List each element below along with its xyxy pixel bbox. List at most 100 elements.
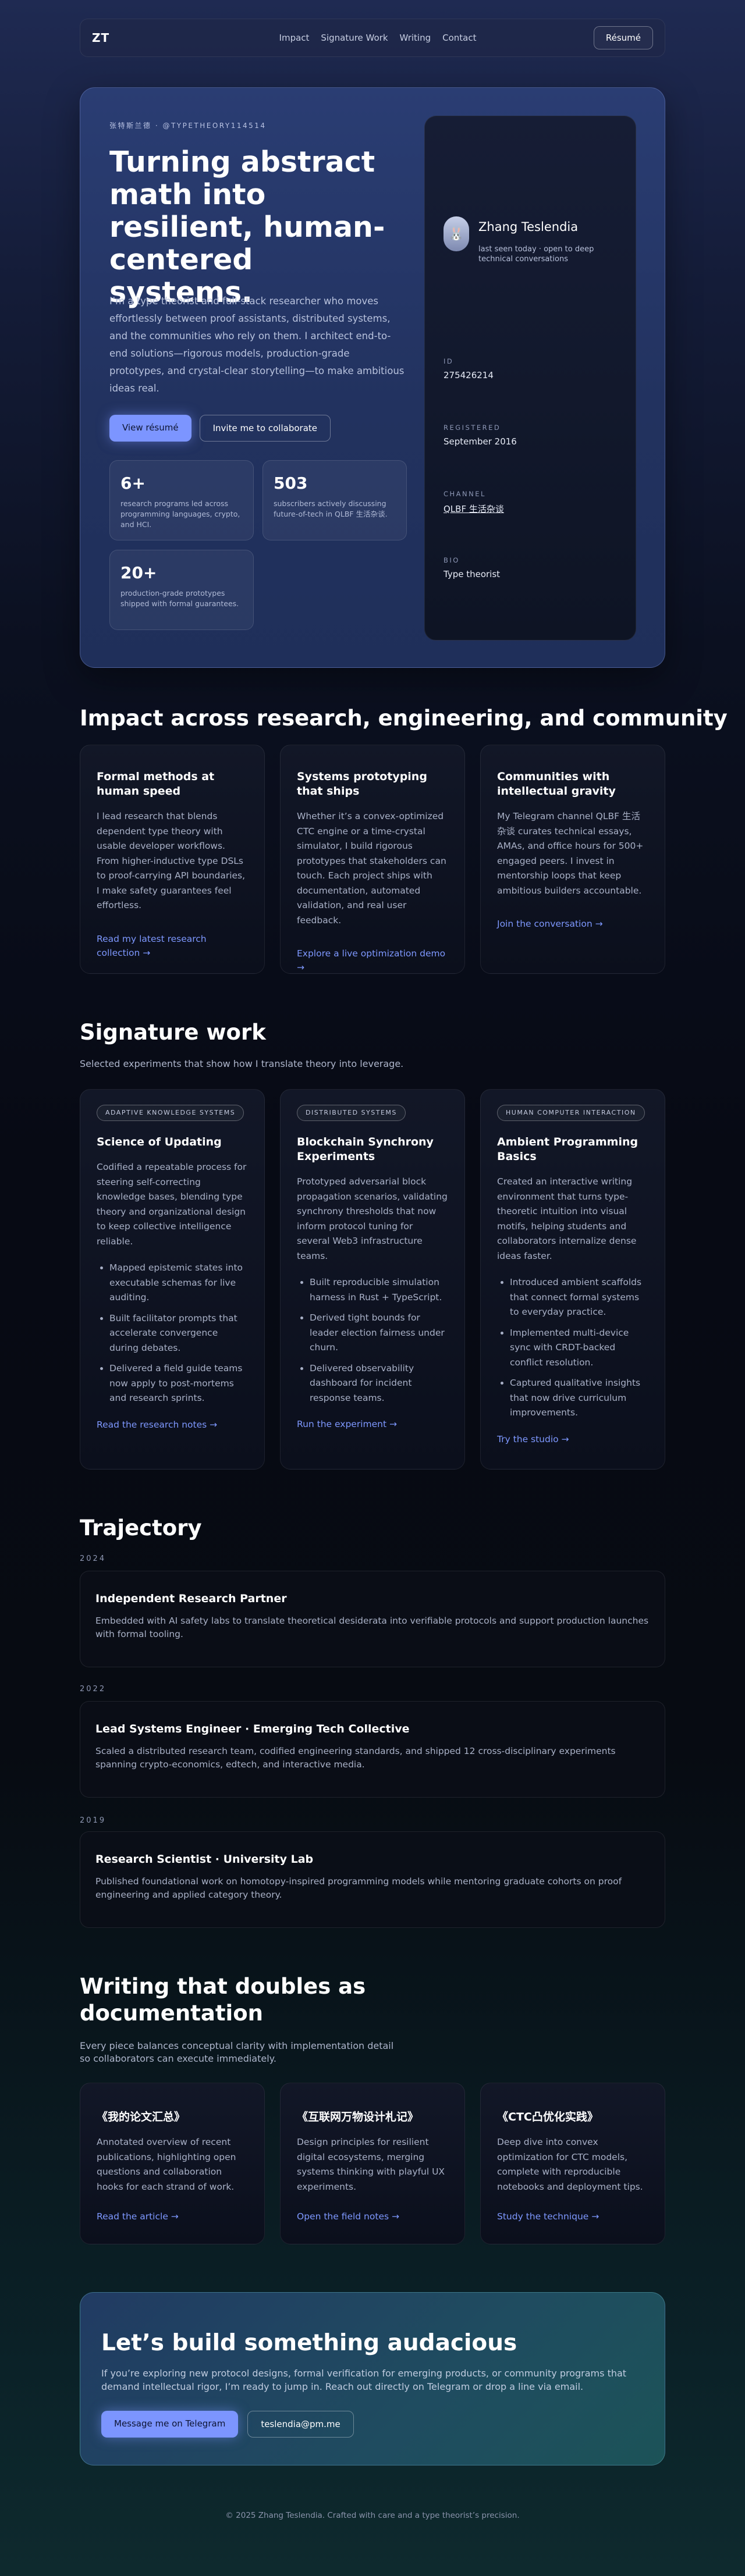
- resume-button[interactable]: Résumé: [593, 26, 653, 49]
- list-item: Introduced ambient scaffolds that connec…: [510, 1275, 648, 1320]
- stat-card: 503 subscribers actively discussing futu…: [262, 460, 407, 540]
- card-text: Created an interactive writing environme…: [497, 1176, 637, 1261]
- email-button[interactable]: teslendia@pm.me: [247, 2411, 354, 2438]
- card-title: Science of Updating: [97, 1136, 222, 1148]
- timeline-title: Independent Research Partner: [95, 1592, 287, 1605]
- card-title: Ambient Programming Basics: [497, 1136, 638, 1163]
- writing-title: Writing that doubles as documentation: [80, 1974, 366, 2026]
- card-link[interactable]: Read the article →: [97, 2209, 248, 2223]
- view-resume-button[interactable]: View résumé: [109, 415, 191, 442]
- list-item: Delivered a field guide teams now apply …: [109, 1361, 248, 1406]
- profile-channel-link[interactable]: QLBF 生活杂谈: [444, 503, 504, 515]
- contact-cta: Let’s build something audacious If you’r…: [80, 2292, 665, 2465]
- profile-card: 🐰 Zhang Teslendia last seen today · open…: [424, 116, 636, 641]
- stat-card: 20+ production-grade prototypes shipped …: [109, 550, 254, 630]
- stat-text: research programs led across programming…: [120, 499, 240, 529]
- profile-id-value: 275426214: [444, 370, 494, 380]
- stat-card: 6+ research programs led across programm…: [109, 460, 254, 540]
- profile-channel-label: CHANNEL: [444, 490, 486, 498]
- card-link[interactable]: Read the research notes →: [97, 1418, 248, 1432]
- list-item: Implemented multi-device sync with CRDT-…: [510, 1326, 648, 1371]
- card-title: 《CTC凸优化实践》: [497, 2111, 598, 2123]
- card-link[interactable]: Run the experiment →: [297, 1417, 448, 1431]
- stat-text: subscribers actively discussing future-o…: [274, 499, 388, 518]
- card-link[interactable]: Join the conversation →: [497, 917, 648, 931]
- nav-link-contact[interactable]: Contact: [442, 33, 476, 43]
- cta-text: If you’re exploring new protocol designs…: [101, 2368, 627, 2392]
- bullet-list: Mapped epistemic states into executable …: [97, 1261, 248, 1406]
- profile-registered-value: September 2016: [444, 436, 517, 447]
- card-text: Prototyped adversarial block propagation…: [297, 1176, 448, 1261]
- timeline-year: 2024: [80, 1554, 107, 1563]
- writing-card: 《我的论文汇总》 Annotated overview of recent pu…: [80, 2083, 265, 2244]
- writing-card: 《互联网万物设计札记》 Design principles for resili…: [280, 2083, 465, 2244]
- timeline-title: Research Scientist · University Lab: [95, 1853, 314, 1866]
- hero-panel: 张特斯兰德 · @TYPETHEORY114514 Turning abstra…: [80, 87, 665, 668]
- timeline-text: Published foundational work on homotopy-…: [95, 1876, 622, 1900]
- bullet-list: Introduced ambient scaffolds that connec…: [497, 1275, 648, 1421]
- footer-text: © 2025 Zhang Teslendia. Crafted with car…: [225, 2511, 520, 2520]
- work-tag: ADAPTIVE KNOWLEDGE SYSTEMS: [97, 1105, 244, 1121]
- card-title: Formal methods at human speed: [97, 770, 215, 798]
- writing-card: 《CTC凸优化实践》 Deep dive into convex optimiz…: [480, 2083, 665, 2244]
- nav-links: Impact Signature Work Writing Contact: [279, 33, 477, 43]
- card-title: Blockchain Synchrony Experiments: [297, 1136, 434, 1163]
- card-text: Deep dive into convex optimization for C…: [497, 2137, 643, 2192]
- card-text: Codified a repeatable process for steeri…: [97, 1162, 247, 1247]
- profile-id-label: ID: [444, 357, 454, 365]
- card-title: Systems prototyping that ships: [297, 770, 427, 798]
- nav-link-signature-work[interactable]: Signature Work: [321, 33, 388, 43]
- list-item: Delivered observability dashboard for in…: [310, 1361, 448, 1406]
- card-title: 《我的论文汇总》: [97, 2111, 186, 2123]
- hero-title: Turning abstract math into resilient, hu…: [109, 145, 385, 309]
- impact-title: Impact across research, engineering, and…: [80, 706, 728, 731]
- list-item: Built facilitator prompts that accelerat…: [109, 1311, 248, 1356]
- top-nav: ZT Impact Signature Work Writing Contact…: [80, 19, 665, 57]
- stat-text: production-grade prototypes shipped with…: [120, 589, 239, 608]
- work-tag: HUMAN COMPUTER INTERACTION: [497, 1105, 645, 1121]
- profile-status: last seen today · open to deep technical…: [478, 245, 594, 264]
- profile-bio-label: BIO: [444, 556, 460, 564]
- card-link[interactable]: Try the studio →: [497, 1432, 648, 1446]
- profile-name: Zhang Teslendia: [478, 220, 579, 234]
- stat-value: 6+: [120, 474, 146, 493]
- nav-link-impact[interactable]: Impact: [279, 33, 310, 43]
- timeline-card: Lead Systems Engineer · Emerging Tech Co…: [80, 1701, 665, 1798]
- card-link[interactable]: Explore a live optimization demo →: [297, 947, 448, 974]
- stat-value: 20+: [120, 563, 157, 582]
- list-item: Built reproducible simulation harness in…: [310, 1275, 448, 1305]
- impact-card: Communities with intellectual gravity My…: [480, 745, 665, 974]
- card-link[interactable]: Read my latest research collection →: [97, 932, 248, 960]
- card-text: I lead research that blends dependent ty…: [97, 811, 246, 910]
- card-text: Design principles for resilient digital …: [297, 2137, 445, 2192]
- timeline-title: Lead Systems Engineer · Emerging Tech Co…: [95, 1723, 410, 1735]
- card-text: Annotated overview of recent publication…: [97, 2137, 236, 2192]
- collaborate-button[interactable]: Invite me to collaborate: [199, 415, 331, 442]
- work-card: HUMAN COMPUTER INTERACTION Ambient Progr…: [480, 1089, 665, 1470]
- timeline-year: 2022: [80, 1685, 107, 1693]
- telegram-button[interactable]: Message me on Telegram: [101, 2411, 239, 2438]
- stat-value: 503: [274, 474, 308, 493]
- work-title: Signature work: [80, 1020, 266, 1045]
- list-item: Mapped epistemic states into executable …: [109, 1261, 248, 1305]
- list-item: Captured qualitative insights that now d…: [510, 1376, 648, 1421]
- list-item: Derived tight bounds for leader election…: [310, 1311, 448, 1355]
- work-card: DISTRIBUTED SYSTEMS Blockchain Synchrony…: [280, 1089, 465, 1470]
- timeline-year: 2019: [80, 1816, 107, 1825]
- bullet-list: Built reproducible simulation harness in…: [297, 1275, 448, 1406]
- card-title: Communities with intellectual gravity: [497, 770, 616, 798]
- timeline-card: Research Scientist · University Lab Publ…: [80, 1831, 665, 1928]
- timeline-card: Independent Research Partner Embedded wi…: [80, 1571, 665, 1667]
- timeline-text: Embedded with AI safety labs to translat…: [95, 1616, 649, 1639]
- card-link[interactable]: Study the technique →: [497, 2209, 648, 2223]
- impact-card: Systems prototyping that ships Whether i…: [280, 745, 465, 974]
- timeline-text: Scaled a distributed research team, codi…: [95, 1746, 616, 1770]
- profile-bio-value: Type theorist: [444, 569, 501, 579]
- rabbit-icon: 🐰: [444, 216, 469, 251]
- profile-registered-label: REGISTERED: [444, 424, 501, 432]
- writing-subtitle: Every piece balances conceptual clarity …: [80, 2040, 394, 2064]
- card-link[interactable]: Open the field notes →: [297, 2209, 448, 2223]
- impact-card: Formal methods at human speed I lead res…: [80, 745, 265, 974]
- logo[interactable]: ZT: [92, 31, 109, 45]
- nav-link-writing[interactable]: Writing: [400, 33, 431, 43]
